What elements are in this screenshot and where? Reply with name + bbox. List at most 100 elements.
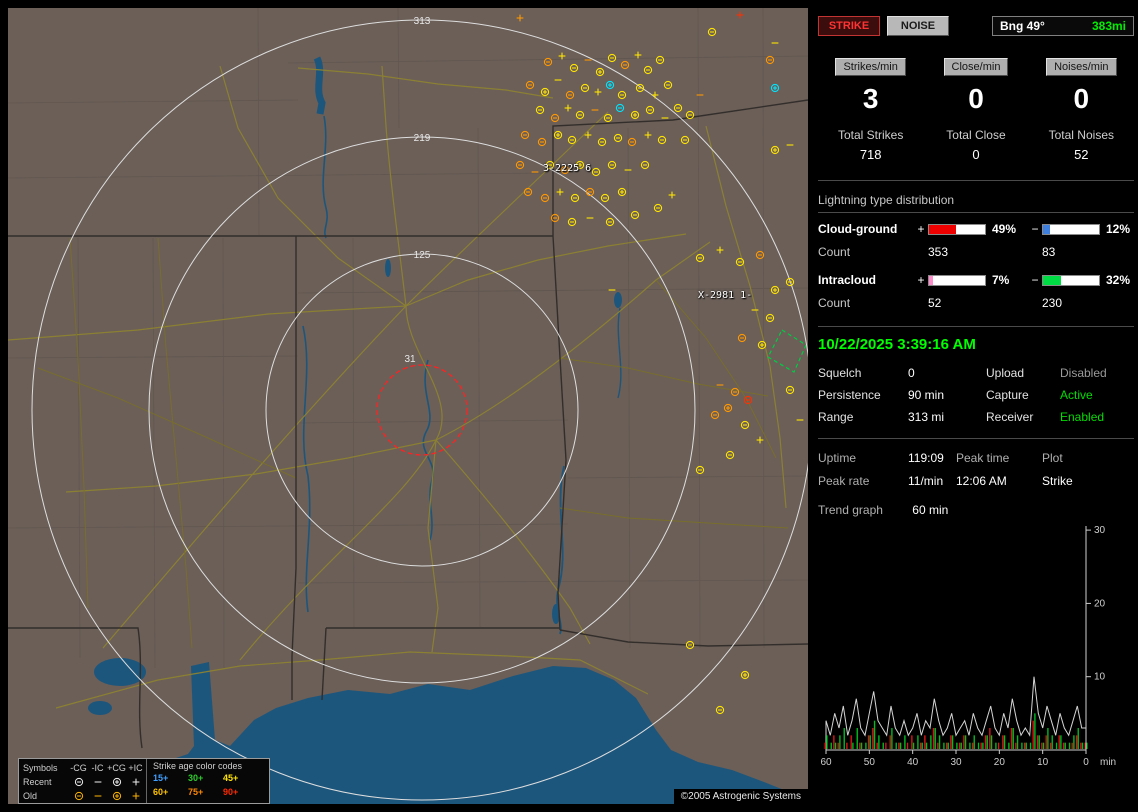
trend-graph-header: Trend graph 60 min	[818, 503, 1134, 517]
cg-neg-recent-icon	[69, 776, 88, 788]
minus-sign: −	[1031, 222, 1039, 236]
close-per-min-label: Close/min	[943, 58, 1009, 76]
intracloud-count-row: Count 52 230	[818, 296, 1134, 310]
range-ring-label: 125	[414, 250, 431, 261]
cg-pos-count: 353	[928, 245, 949, 259]
legend-age-table: Strike age color codes 15+ 30+ 45+ 60+ 7…	[146, 759, 269, 803]
map[interactable]: 313 219 125 31 3-2225 6 X-2981 1- Symbols -…	[8, 8, 808, 804]
sidebar: STRIKE NOISE Bng 49° 383mi Strikes/min 3…	[812, 8, 1138, 804]
cg-pos-recent-icon	[107, 776, 126, 788]
strikes-per-min-label: Strikes/min	[835, 58, 906, 76]
legend-header-pos-ic: +IC	[128, 763, 143, 773]
settings-panel: Squelch 0 Upload Disabled Persistence 90…	[818, 366, 1134, 424]
peak-time-label: Peak time	[956, 451, 1010, 465]
svg-text:30: 30	[1094, 525, 1106, 536]
range-ring-label: 313	[414, 16, 431, 27]
capture-status: Active	[1060, 388, 1093, 402]
cloud-ground-row: Cloud-ground + 49% − 12%	[818, 222, 1134, 236]
svg-text:10: 10	[1037, 757, 1049, 768]
ic-neg-bar	[1042, 274, 1100, 286]
upload-status: Disabled	[1060, 366, 1107, 380]
bearing-distance-box: Bng 49° 383mi	[992, 16, 1134, 36]
plus-sign: +	[917, 222, 925, 236]
upload-label: Upload	[986, 366, 1025, 380]
age-code-15: 15+	[153, 773, 169, 783]
trend-graph: 30 20 10 60 50 40 30 20 10 0 min	[820, 525, 1116, 768]
range-label: Range	[818, 410, 854, 424]
ic-pos-recent-icon	[126, 776, 145, 788]
svg-text:min: min	[1100, 757, 1116, 768]
receiver-label: Receiver	[986, 410, 1034, 424]
svg-text:40: 40	[907, 757, 919, 768]
total-close: Total Close 0	[946, 128, 1006, 162]
legend-header-pos-cg: +CG	[107, 763, 126, 773]
cg-neg-count: 83	[1042, 245, 1056, 259]
svg-text:50: 50	[864, 757, 876, 768]
legend-symbols-title: Symbols	[23, 763, 58, 773]
ic-neg-pct: 32%	[1106, 273, 1131, 287]
map-canvas: 313 219 125 31	[8, 8, 808, 804]
svg-text:20: 20	[1094, 598, 1106, 609]
legend-header-neg-cg: -CG	[70, 763, 87, 773]
noises-per-min: Noises/min 0	[1029, 58, 1134, 115]
range-ring-label: 219	[414, 133, 431, 144]
cg-pos-old-icon	[107, 790, 126, 802]
legend-age-title: Strike age color codes	[153, 761, 243, 771]
intracloud-label: Intracloud	[818, 273, 877, 287]
peak-time-value: 12:06 AM	[956, 474, 1007, 488]
app-window: 313 219 125 31 3-2225 6 X-2981 1- Symbols -…	[0, 0, 1138, 812]
peak-rate-value: 11/min	[908, 474, 944, 488]
cloud-ground-label: Cloud-ground	[818, 222, 898, 236]
cg-neg-old-icon	[69, 790, 88, 802]
strike-toggle-button[interactable]: STRIKE	[818, 16, 880, 36]
squelch-value: 0	[908, 366, 915, 380]
close-per-min-value: 0	[968, 83, 984, 114]
plus-sign: +	[917, 273, 925, 287]
plot-mode-value: Strike	[1042, 474, 1073, 488]
svg-text:30: 30	[950, 757, 962, 768]
uptime-label: Uptime	[818, 451, 857, 465]
trend-strike-series	[825, 676, 1087, 751]
close-per-min: Close/min 0	[923, 58, 1028, 115]
alarm-ring-label: 31	[404, 354, 416, 365]
trend-window-value: 60 min	[912, 503, 949, 517]
cg-neg-pct: 12%	[1106, 222, 1131, 236]
age-code-45: 45+	[223, 773, 239, 783]
peak-rate-label: Peak rate	[818, 474, 870, 488]
ic-neg-recent-icon	[88, 776, 107, 788]
noise-toggle-button[interactable]: NOISE	[887, 16, 949, 36]
uptime-value: 119:09	[908, 451, 944, 465]
ic-pos-count: 52	[928, 296, 942, 310]
intracloud-row: Intracloud + 7% − 32%	[818, 273, 1134, 287]
svg-text:10: 10	[1094, 672, 1106, 683]
ic-neg-old-icon	[88, 790, 107, 802]
rates-row: Strikes/min 3 Close/min 0 Noises/min 0	[818, 58, 1134, 115]
age-code-75: 75+	[188, 787, 204, 797]
count-label: Count	[818, 245, 851, 259]
cg-pos-pct: 49%	[992, 222, 1017, 236]
legend-recent-label: Recent	[23, 777, 52, 787]
cg-pos-bar	[928, 223, 986, 235]
storm-cell-label: 3-2225 6	[543, 163, 592, 174]
count-label: Count	[818, 296, 851, 310]
legend-header-neg-ic: -IC	[91, 763, 104, 773]
totals-row: Total Strikes 718 Total Close 0 Total No…	[818, 128, 1134, 162]
ic-pos-bar	[928, 274, 986, 286]
total-strikes: Total Strikes 718	[837, 128, 904, 162]
persistence-label: Persistence	[818, 388, 881, 402]
ic-neg-count: 230	[1042, 296, 1063, 310]
age-code-90: 90+	[223, 787, 239, 797]
range-value: 313 mi	[908, 410, 945, 424]
copyright: ©2005 Astrogenic Systems	[673, 789, 808, 804]
map-legend: Symbols -CG -IC +CG +IC Recent Old Strik…	[18, 758, 270, 804]
distance-value: 383mi	[1091, 19, 1126, 33]
noises-per-min-label: Noises/min	[1046, 58, 1117, 76]
noises-per-min-value: 0	[1073, 83, 1090, 114]
total-noises: Total Noises 52	[1048, 128, 1114, 162]
cg-neg-bar	[1042, 223, 1100, 235]
ic-pos-pct: 7%	[992, 273, 1010, 287]
plot-label: Plot	[1042, 451, 1063, 465]
sidebar-top-bar: STRIKE NOISE Bng 49° 383mi	[818, 16, 1134, 36]
strikes-per-min-value: 3	[862, 83, 879, 114]
ic-pos-old-icon	[126, 790, 145, 802]
